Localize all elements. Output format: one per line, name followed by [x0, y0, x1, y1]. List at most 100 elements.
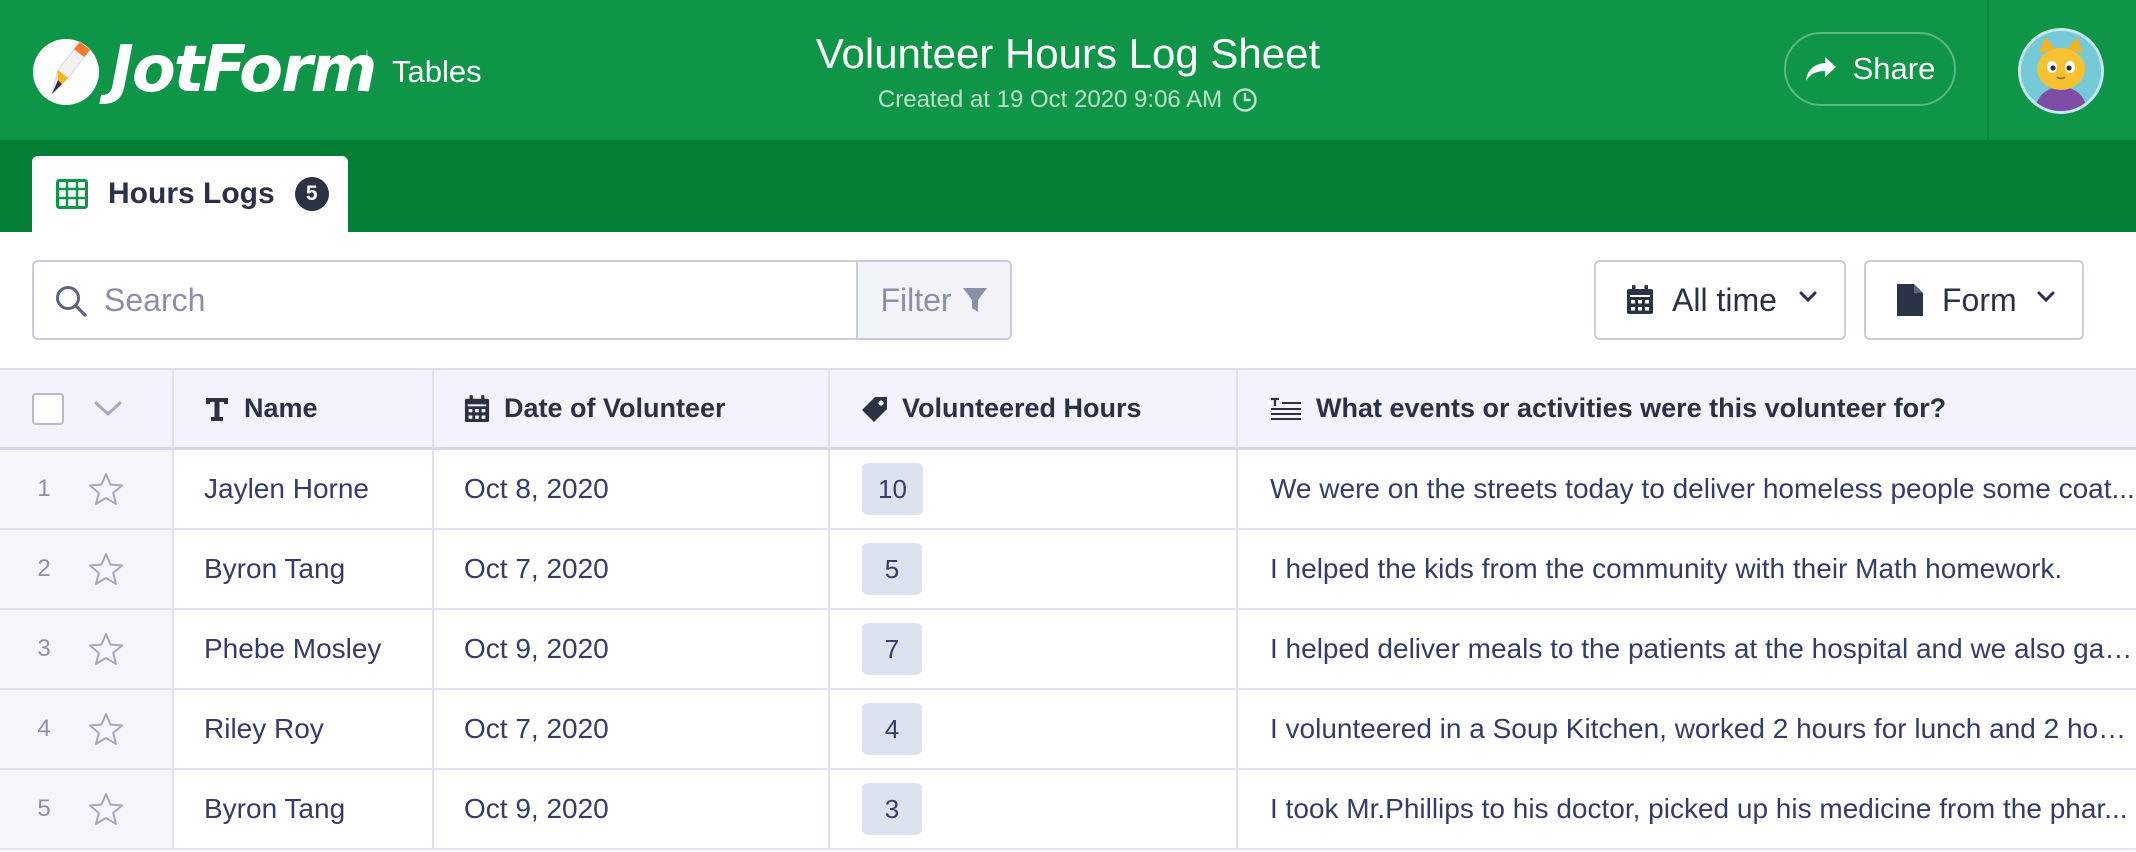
cell-events[interactable]: I helped the kids from the community wit… [1238, 530, 2136, 608]
logo-wordmark: JotForm [110, 33, 377, 107]
column-header-label: Volunteered Hours [902, 393, 1142, 423]
cell-date[interactable]: Oct 9, 2020 [434, 610, 830, 688]
time-range-label: All time [1672, 281, 1777, 318]
date-value: Oct 7, 2020 [464, 713, 609, 744]
cell-name[interactable]: Phebe Mosley [174, 610, 434, 688]
table-row[interactable]: 5 Byron Tang Oct 9, 2020 3 I took Mr.Phi… [0, 770, 2136, 850]
cell-hours[interactable]: 4 [830, 690, 1238, 768]
cell-events[interactable]: I took Mr.Phillips to his doctor, picked… [1238, 770, 2136, 848]
name-value: Byron Tang [204, 793, 346, 824]
date-value: Oct 7, 2020 [464, 553, 609, 584]
tables-link[interactable]: Tables [392, 54, 482, 90]
tab-hours-logs[interactable]: Hours Logs 5 [32, 156, 348, 232]
filter-button[interactable]: Filter [856, 262, 1010, 338]
column-header-label: Date of Volunteer [504, 393, 726, 423]
cat-avatar-icon [2021, 31, 2101, 111]
hours-badge: 3 [862, 783, 922, 835]
column-header-label: What events or activities were this volu… [1316, 393, 1947, 423]
star-icon[interactable] [88, 632, 124, 666]
events-value: I volunteered in a Soup Kitchen, worked … [1270, 713, 2136, 744]
events-value: We were on the streets today to deliver … [1270, 473, 2135, 504]
row-number: 5 [37, 795, 51, 822]
row-number: 2 [37, 555, 51, 582]
cell-name[interactable]: Jaylen Horne [174, 450, 434, 528]
column-header-events[interactable]: What events or activities were this volu… [1238, 370, 2136, 447]
share-label: Share [1852, 51, 1936, 86]
app-header: JotForm Tables Volunteer Hours Log Sheet… [0, 0, 2136, 140]
tab-count-badge: 5 [294, 177, 329, 211]
name-value: Riley Roy [204, 713, 324, 744]
jotform-pencil-icon [33, 39, 99, 105]
column-header-hours[interactable]: Volunteered Hours [830, 370, 1238, 447]
tag-icon [862, 396, 887, 422]
search-input[interactable] [104, 266, 864, 334]
header-vertical-divider [1987, 0, 1989, 140]
star-icon[interactable] [88, 472, 124, 506]
text-type-icon [206, 397, 228, 421]
events-value: I helped deliver meals to the patients a… [1270, 633, 2136, 664]
column-header-name[interactable]: Name [174, 370, 434, 447]
cell-hours[interactable]: 5 [830, 530, 1238, 608]
hours-badge: 5 [862, 543, 922, 595]
document-icon [1897, 284, 1923, 316]
table-row[interactable]: 4 Riley Roy Oct 7, 2020 4 I volunteered … [0, 690, 2136, 770]
table-grid-icon [56, 179, 88, 209]
long-text-icon [1271, 397, 1301, 420]
name-value: Phebe Mosley [204, 633, 382, 664]
form-dropdown[interactable]: Form [1864, 260, 2084, 340]
date-value: Oct 9, 2020 [464, 633, 609, 664]
hours-badge: 7 [862, 623, 922, 675]
events-value: I took Mr.Phillips to his doctor, picked… [1270, 793, 2128, 824]
cell-name[interactable]: Riley Roy [174, 690, 434, 768]
time-range-dropdown[interactable]: All time [1594, 260, 1846, 340]
share-button[interactable]: Share [1784, 32, 1956, 106]
cell-name[interactable]: Byron Tang [174, 530, 434, 608]
created-info: Created at 19 Oct 2020 9:06 AM [700, 86, 1436, 114]
created-text: Created at 19 Oct 2020 9:06 AM [877, 86, 1223, 113]
sheet-title[interactable]: Volunteer Hours Log Sheet [700, 30, 1436, 78]
cell-date[interactable]: Oct 8, 2020 [434, 450, 830, 528]
tab-label: Hours Logs [108, 177, 275, 210]
table-row[interactable]: 3 Phebe Mosley Oct 9, 2020 7 I helped de… [0, 610, 2136, 690]
cell-hours[interactable]: 7 [830, 610, 1238, 688]
date-value: Oct 9, 2020 [464, 793, 609, 824]
hours-badge: 4 [862, 703, 922, 755]
row-select-cell: 4 [0, 690, 174, 768]
row-number: 4 [37, 715, 51, 742]
star-icon[interactable] [88, 552, 124, 586]
user-avatar[interactable] [2018, 28, 2104, 114]
column-header-date[interactable]: Date of Volunteer [434, 370, 830, 447]
calendar-icon [1627, 285, 1653, 314]
events-value: I helped the kids from the community wit… [1270, 553, 2063, 584]
table-row[interactable]: 2 Byron Tang Oct 7, 2020 5 I helped the … [0, 530, 2136, 610]
cell-date[interactable]: Oct 7, 2020 [434, 690, 830, 768]
jotform-logo[interactable]: JotForm [30, 30, 377, 110]
name-value: Byron Tang [204, 553, 346, 584]
chevron-down-icon[interactable] [92, 399, 124, 419]
tab-bar: Hours Logs 5 [0, 140, 2136, 232]
hours-badge: 10 [862, 463, 923, 515]
cell-date[interactable]: Oct 9, 2020 [434, 770, 830, 848]
cell-events[interactable]: I volunteered in a Soup Kitchen, worked … [1238, 690, 2136, 768]
cell-hours[interactable]: 10 [830, 450, 1238, 528]
cell-name[interactable]: Byron Tang [174, 770, 434, 848]
table-row[interactable]: 1 Jaylen Horne Oct 8, 2020 10 We were on… [0, 450, 2136, 530]
form-label: Form [1942, 281, 2017, 318]
date-value: Oct 8, 2020 [464, 473, 609, 504]
star-icon[interactable] [88, 792, 124, 826]
select-all-checkbox[interactable] [32, 392, 64, 425]
calendar-icon [464, 394, 490, 422]
filter-label: Filter [880, 281, 952, 318]
select-all-cell [0, 370, 174, 447]
row-number: 1 [37, 475, 51, 502]
funnel-icon [962, 288, 987, 312]
row-select-cell: 5 [0, 770, 174, 848]
row-select-cell: 3 [0, 610, 174, 688]
cell-events[interactable]: I helped deliver meals to the patients a… [1238, 610, 2136, 688]
cell-hours[interactable]: 3 [830, 770, 1238, 848]
cell-date[interactable]: Oct 7, 2020 [434, 530, 830, 608]
chevron-down-icon [2037, 291, 2055, 303]
table-header-row: Name Date of Volunteer Volunteered Hours [0, 368, 2136, 450]
cell-events[interactable]: We were on the streets today to deliver … [1238, 450, 2136, 528]
star-icon[interactable] [88, 712, 124, 746]
